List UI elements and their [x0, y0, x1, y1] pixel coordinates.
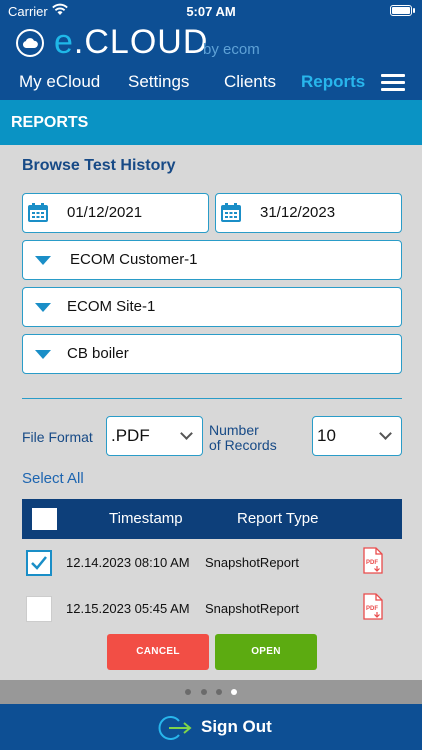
row-report-type: SnapshotReport	[205, 555, 299, 570]
site-value: ECOM Site-1	[67, 298, 156, 315]
chevron-down-icon	[379, 427, 392, 440]
row-checkbox[interactable]	[26, 596, 52, 622]
row-timestamp: 12.14.2023 08:10 AM	[66, 555, 190, 570]
nav-reports[interactable]: Reports	[301, 72, 365, 92]
nav-settings[interactable]: Settings	[128, 72, 189, 92]
page-dot[interactable]	[185, 689, 191, 695]
section-divider	[22, 398, 402, 399]
dropdown-triangle-icon	[35, 350, 51, 359]
sign-out-icon	[158, 716, 192, 740]
file-format-select[interactable]: .PDF	[106, 416, 203, 456]
date-to-value: 31/12/2023	[260, 204, 336, 221]
date-to-field[interactable]: 31/12/2023	[215, 193, 402, 233]
file-format-value: .PDF	[111, 426, 150, 445]
svg-text:PDF: PDF	[366, 560, 378, 566]
page-indicator	[0, 680, 422, 704]
date-from-value: 01/12/2021	[67, 204, 143, 221]
row-timestamp: 12.15.2023 05:45 AM	[66, 601, 190, 616]
records-value: 10	[317, 426, 336, 445]
logo-wordmark: e.CLOUD	[54, 22, 208, 62]
site-dropdown[interactable]: ECOM Site-1	[22, 287, 402, 327]
dropdown-triangle-icon	[35, 256, 51, 265]
table-header: Timestamp Report Type	[22, 499, 402, 539]
chevron-down-icon	[180, 427, 193, 440]
table-row: 12.15.2023 05:45 AM SnapshotReport PDF	[22, 589, 402, 635]
date-from-field[interactable]: 01/12/2021	[22, 193, 209, 233]
cancel-button[interactable]: CANCEL	[107, 634, 209, 670]
calendar-icon	[28, 203, 48, 222]
row-report-type: SnapshotReport	[205, 601, 299, 616]
checkmark-icon	[31, 556, 47, 570]
pdf-download-icon[interactable]: PDF	[362, 593, 384, 620]
file-format-label: File Format	[22, 429, 93, 445]
clock: 5:07 AM	[186, 4, 236, 19]
timestamp-header: Timestamp	[109, 510, 183, 527]
records-label-line2: of Records	[209, 437, 277, 453]
nav-my-ecloud[interactable]: My eCloud	[19, 72, 100, 92]
main-nav: My eCloud Settings Clients Reports	[0, 72, 422, 96]
logo-tagline: by ecom	[203, 41, 260, 58]
page-dot[interactable]	[201, 689, 207, 695]
report-type-header: Report Type	[237, 510, 319, 527]
hamburger-icon[interactable]	[381, 74, 405, 92]
records-select[interactable]: 10	[312, 416, 402, 456]
nav-clients[interactable]: Clients	[224, 72, 276, 92]
reports-content: Browse Test History 01/12/2021 31/12/202…	[0, 145, 422, 680]
status-bar: Carrier 5:07 AM	[0, 0, 422, 22]
svg-text:PDF: PDF	[366, 606, 378, 612]
cloud-icon	[22, 38, 38, 48]
page-dot-active[interactable]	[231, 689, 237, 695]
browse-title: Browse Test History	[22, 157, 176, 174]
sign-out-label: Sign Out	[201, 717, 272, 736]
dropdown-triangle-icon	[35, 303, 51, 312]
table-row: 12.14.2023 08:10 AM SnapshotReport PDF	[22, 543, 402, 589]
logo-e: e	[54, 23, 74, 61]
equipment-value: CB boiler	[67, 345, 129, 362]
open-button[interactable]: OPEN	[215, 634, 317, 670]
row-checkbox[interactable]	[26, 550, 52, 576]
customer-dropdown[interactable]: ECOM Customer-1	[22, 240, 402, 280]
select-all-checkbox[interactable]	[32, 508, 57, 530]
logo-cloud-text: .CLOUD	[73, 23, 209, 61]
battery-tip	[413, 8, 415, 13]
equipment-dropdown[interactable]: CB boiler	[22, 334, 402, 374]
records-label-line1: Number	[209, 422, 259, 438]
app-header: e.CLOUD by ecom My eCloud Settings Clien…	[0, 22, 422, 100]
battery-icon	[390, 5, 412, 16]
pdf-download-icon[interactable]: PDF	[362, 547, 384, 574]
select-all-link[interactable]: Select All	[22, 470, 84, 487]
sign-out-bar[interactable]: Sign Out	[0, 704, 422, 750]
calendar-icon	[221, 203, 241, 222]
page-title: REPORTS	[0, 100, 422, 145]
customer-value: ECOM Customer-1	[70, 251, 198, 268]
page-dot[interactable]	[216, 689, 222, 695]
